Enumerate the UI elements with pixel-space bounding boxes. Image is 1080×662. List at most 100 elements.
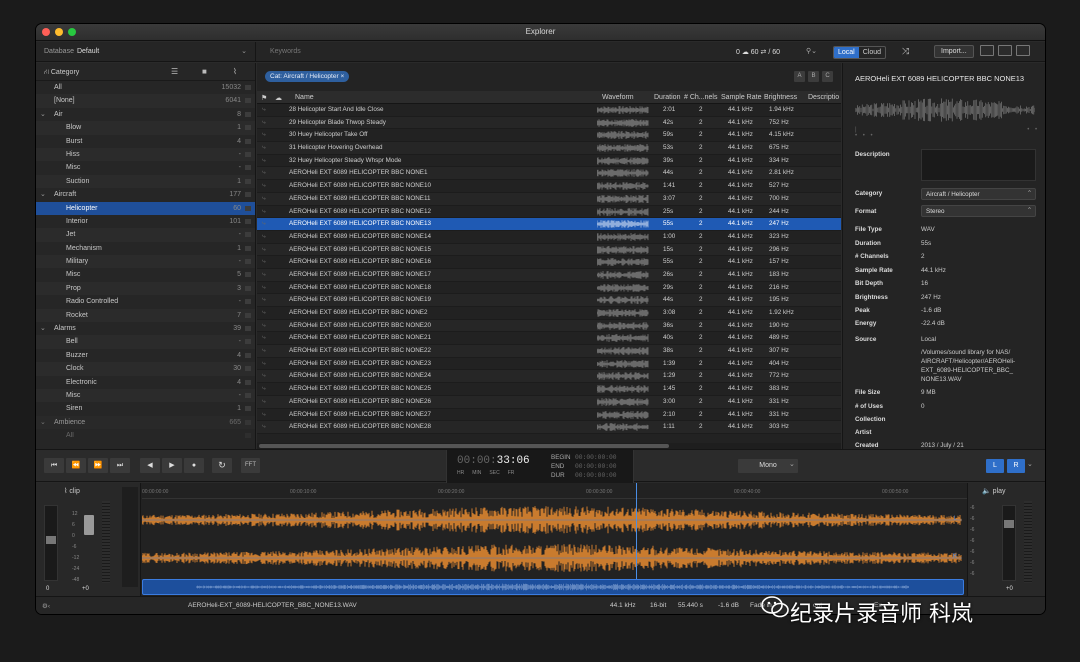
shuffle-icon[interactable]: ⤨ bbox=[902, 46, 909, 57]
file-row[interactable]: ⤷AEROHeli EXT 6089 HELICOPTER BBC NONE14… bbox=[257, 231, 841, 244]
category-row[interactable]: Mechanism 1 bbox=[36, 242, 255, 255]
play-fader[interactable] bbox=[1002, 505, 1016, 581]
a-button[interactable]: A bbox=[794, 71, 805, 82]
record-icon[interactable]: ● bbox=[184, 458, 204, 473]
layout-left-panel-icon[interactable] bbox=[980, 45, 994, 56]
category-row[interactable]: Helicopter 60 bbox=[36, 201, 255, 215]
category-row[interactable]: All bbox=[36, 429, 255, 442]
clip-gain-knob[interactable] bbox=[84, 515, 94, 535]
scrollbar-thumb[interactable] bbox=[259, 444, 669, 448]
begin-value[interactable]: 00:00:00:00 bbox=[575, 454, 617, 461]
category-header[interactable]: ⛙ Category bbox=[44, 68, 79, 77]
layout-right-panel-icon[interactable] bbox=[1016, 45, 1030, 56]
last-file-icon[interactable]: ⏭ bbox=[110, 458, 130, 473]
category-row[interactable]: Misc - bbox=[36, 161, 255, 174]
file-row[interactable]: ⤷AEROHeli EXT 6089 HELICOPTER BBC NONE14… bbox=[257, 167, 841, 181]
category-row[interactable]: ⌄ Alarms 39 bbox=[36, 322, 255, 335]
category-row[interactable]: Prop 3 bbox=[36, 281, 255, 296]
details-waveform-scrubber[interactable]: | • • • • • bbox=[855, 127, 1045, 139]
category-row[interactable]: Bell - bbox=[36, 335, 255, 349]
chevron-down-icon[interactable]: ⌄ bbox=[1027, 460, 1033, 468]
file-row[interactable]: ⤷ AEROHeli EXT 6089 HELICOPTER BBC NONE28… bbox=[257, 421, 841, 434]
import-button[interactable]: Import... bbox=[934, 45, 974, 58]
search-icon[interactable]: ⚲⌄ bbox=[806, 47, 817, 55]
list-view-icon[interactable]: ☰ bbox=[171, 67, 178, 76]
file-row[interactable]: ⤷ AEROHeli EXT 6089 HELICOPTER BBC NONE10… bbox=[257, 180, 841, 193]
play-gain-value[interactable]: +0 bbox=[1006, 586, 1013, 592]
category-filter-chip[interactable]: Cat: Aircraft / Helicopter × bbox=[265, 71, 350, 82]
file-row[interactable]: ⤷ 30 Huey Helicopter Take Off 59s 2 44.1 kHz… bbox=[257, 129, 841, 143]
file-row[interactable]: ⤷ AEROHeli EXT 6089 HELICOPTER BBC NONE22… bbox=[257, 345, 841, 358]
disclosure-chevron-icon[interactable]: ⌄ bbox=[40, 322, 46, 335]
keywords-input[interactable]: Keywords bbox=[270, 48, 301, 55]
fader-handle[interactable] bbox=[1004, 520, 1014, 528]
file-row[interactable]: ⤷ 28 Helicopter Start And Idle Close 2:01 2… bbox=[257, 104, 841, 117]
flag-column-icon[interactable]: ⚑ bbox=[261, 94, 267, 102]
chip-close-icon[interactable]: × bbox=[340, 73, 344, 80]
column-duration[interactable]: Duration bbox=[654, 94, 680, 101]
category-row[interactable]: Electronic 4 bbox=[36, 376, 255, 389]
file-row[interactable]: ⤷AEROHeli EXT 6089 HELICOPTER BBC NONE23… bbox=[257, 358, 841, 371]
cloud-button[interactable]: Cloud bbox=[859, 47, 885, 58]
file-row[interactable]: ⤷ AEROHeli EXT 6089 HELICOPTER BBC NONE18… bbox=[257, 282, 841, 295]
settings-icon[interactable]: ⚙‹ bbox=[42, 602, 50, 610]
dur-value[interactable]: 00:00:00:00 bbox=[575, 472, 617, 479]
category-row[interactable]: ⌄ Ambience 665 bbox=[36, 415, 255, 430]
column-description[interactable]: Descriptio bbox=[808, 94, 839, 101]
category-row[interactable]: ⌄ Air 8 bbox=[36, 108, 255, 121]
category-row[interactable]: Hiss - bbox=[36, 147, 255, 162]
cloud-column-icon[interactable]: ☁ bbox=[275, 94, 282, 102]
file-row[interactable]: ⤷ AEROHeli EXT 6089 HELICOPTER BBC NONE21… bbox=[257, 332, 841, 346]
category-row[interactable]: Interior 101 bbox=[36, 215, 255, 228]
prev-file-icon[interactable]: ⏪ bbox=[66, 458, 86, 473]
category-row[interactable]: [None] 6041 bbox=[36, 94, 255, 108]
category-row[interactable]: Burst 4 bbox=[36, 135, 255, 148]
layout-bottom-panel-icon[interactable] bbox=[998, 45, 1012, 56]
file-row[interactable]: ⤷ AEROHeli EXT 6089 HELICOPTER BBC NONE13… bbox=[257, 218, 841, 231]
file-row[interactable]: ⤷ 32 Huey Helicopter Steady Whspr Mode 39s… bbox=[257, 155, 841, 168]
category-row[interactable]: ⌄ Aircraft 177 bbox=[36, 188, 255, 201]
file-row[interactable]: ⤷ AEROHeli EXT 6089 HELICOPTER BBC NONE17… bbox=[257, 268, 841, 282]
file-row[interactable]: ⤷ AEROHeli EXT 6089 HELICOPTER BBC NONE11… bbox=[257, 192, 841, 206]
right-channel-button[interactable]: R bbox=[1007, 459, 1025, 473]
fft-button[interactable]: FFT bbox=[241, 458, 260, 473]
category-row[interactable]: Rocket 7 bbox=[36, 308, 255, 323]
next-file-icon[interactable]: ⏩ bbox=[88, 458, 108, 473]
file-row[interactable]: ⤷ AEROHeli EXT 6089 HELICOPTER BBC NONE19… bbox=[257, 294, 841, 307]
tracks-area[interactable]: 00:00:00:00 00:00:10:00 00:00:20:00 00:00:3… bbox=[142, 483, 967, 596]
overview-waveform[interactable] bbox=[142, 579, 964, 595]
first-file-icon[interactable]: ⏮ bbox=[44, 458, 64, 473]
file-row[interactable]: ⤷ 29 Helicopter Blade Thwop Steady 42s 2 44.… bbox=[257, 116, 841, 130]
category-dropdown[interactable]: Aircraft / Helicopter ⌃ bbox=[921, 188, 1036, 200]
local-button[interactable]: Local bbox=[834, 47, 859, 58]
file-row[interactable]: ⤷ AEROHeli EXT 6089 HELICOPTER BBC NONE12… bbox=[257, 206, 841, 219]
category-row[interactable]: Buzzer 4 bbox=[36, 349, 255, 362]
details-waveform[interactable] bbox=[855, 95, 1035, 125]
category-row[interactable]: Blow 1 bbox=[36, 121, 255, 135]
category-row[interactable]: Radio Controlled - bbox=[36, 295, 255, 308]
chevron-down-icon[interactable]: ⌄ bbox=[789, 460, 795, 468]
file-row[interactable]: ⤷ AEROHeli EXT 6089 HELICOPTER BBC NONE24… bbox=[257, 370, 841, 384]
category-row[interactable]: Misc 5 bbox=[36, 268, 255, 281]
column-sample-rate[interactable]: Sample Rate bbox=[721, 94, 761, 101]
category-row[interactable]: Clock 30 bbox=[36, 362, 255, 376]
disclosure-chevron-icon[interactable]: ⌄ bbox=[40, 108, 46, 121]
loop-icon[interactable]: ↻ bbox=[212, 458, 232, 473]
category-row[interactable]: Jet - bbox=[36, 228, 255, 242]
category-row[interactable]: All 15032 bbox=[36, 81, 255, 94]
timeline-ruler[interactable]: 00:00:00:00 00:00:10:00 00:00:20:00 00:00:3… bbox=[142, 487, 967, 499]
file-row[interactable]: ⤷ AEROHeli EXT 6089 HELICOPTER BBC NONE27… bbox=[257, 409, 841, 422]
file-row[interactable]: ⤷AEROHeli EXT 6089 HELICOPTER BBC NONE23… bbox=[257, 307, 841, 320]
folder-icon[interactable]: ■ bbox=[202, 67, 207, 76]
category-row[interactable]: Suction 1 bbox=[36, 174, 255, 189]
fader-handle[interactable] bbox=[46, 536, 56, 544]
description-field[interactable] bbox=[921, 149, 1036, 181]
file-row[interactable]: ⤷ AEROHeli EXT 6089 HELICOPTER BBC NONE16… bbox=[257, 256, 841, 269]
c-button[interactable]: C bbox=[822, 71, 833, 82]
column-waveform[interactable]: Waveform bbox=[602, 94, 634, 101]
disclosure-chevron-icon[interactable]: ⌄ bbox=[40, 188, 46, 201]
column-name[interactable]: Name bbox=[295, 94, 314, 101]
playhead[interactable] bbox=[636, 483, 637, 579]
category-row[interactable]: Siren 1 bbox=[36, 402, 255, 415]
b-button[interactable]: B bbox=[808, 71, 819, 82]
